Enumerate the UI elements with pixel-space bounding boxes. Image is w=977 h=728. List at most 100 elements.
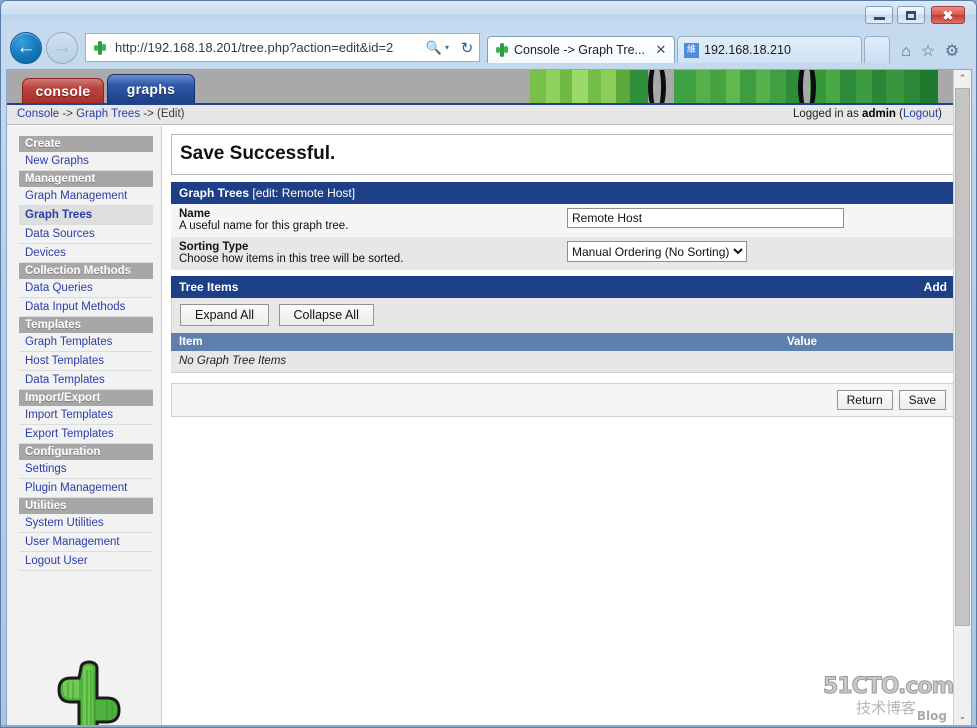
tab-close-icon[interactable]: ✕ bbox=[654, 42, 668, 58]
sidebar-item-graph-management[interactable]: Graph Management bbox=[19, 187, 153, 206]
sidebar-header-import-export: Import/Export bbox=[19, 390, 153, 406]
home-icon[interactable]: ⌂ bbox=[895, 41, 917, 63]
save-button[interactable]: Save bbox=[898, 390, 946, 410]
sidebar-item-data-input-methods[interactable]: Data Input Methods bbox=[19, 298, 153, 317]
sidebar-header-templates: Templates bbox=[19, 317, 153, 333]
graph-trees-panel-header: Graph Trees [edit: Remote Host] bbox=[171, 182, 955, 204]
logout-link[interactable]: Logout bbox=[903, 108, 938, 120]
form-action-bar: Return Save bbox=[171, 383, 955, 417]
sidebar-item-host-templates[interactable]: Host Templates bbox=[19, 352, 153, 371]
tree-items-empty-row: No Graph Tree Items bbox=[171, 351, 955, 373]
title-bar: ✖ bbox=[1, 1, 976, 28]
field-description-text: A useful name for this graph tree. bbox=[179, 220, 349, 232]
cacti-tab-label: console bbox=[35, 83, 91, 99]
scrollbar-thumb[interactable] bbox=[955, 88, 970, 626]
watermark: 51CTO.com 技术博客 Blog bbox=[823, 674, 955, 723]
maximize-button[interactable] bbox=[897, 6, 925, 24]
breadcrumb-graph-trees[interactable]: Graph Trees bbox=[76, 108, 140, 120]
cacti-favicon-icon bbox=[494, 42, 509, 58]
close-icon: ✖ bbox=[942, 7, 954, 23]
address-bar[interactable]: http://192.168.18.201/tree.php?action=ed… bbox=[85, 33, 480, 62]
watermark-blog-label: Blog bbox=[916, 709, 947, 723]
maximize-icon bbox=[906, 10, 916, 20]
tab-title: 192.168.18.210 bbox=[704, 43, 791, 57]
sidebar-item-data-queries[interactable]: Data Queries bbox=[19, 279, 153, 298]
refresh-icon[interactable]: ↻ bbox=[455, 39, 479, 57]
sidebar-header-configuration: Configuration bbox=[19, 444, 153, 460]
add-tree-item-link[interactable]: Add bbox=[924, 280, 947, 294]
tree-items-toolbar: Expand All Collapse All bbox=[171, 298, 955, 333]
cactus-logo-icon bbox=[57, 660, 121, 725]
breadcrumb-bar: Console -> Graph Trees -> (Edit) Logged … bbox=[7, 105, 954, 125]
minimize-button[interactable] bbox=[865, 6, 893, 24]
new-tab-button[interactable] bbox=[864, 36, 890, 63]
gear-icon[interactable]: ⚙ bbox=[941, 41, 963, 63]
field-label-sorting-type: Sorting Type Choose how items in this tr… bbox=[179, 241, 567, 265]
login-username: admin bbox=[862, 108, 896, 120]
cactus-arm-outline bbox=[798, 70, 816, 103]
sidebar-item-graph-templates[interactable]: Graph Templates bbox=[19, 333, 153, 352]
browser-toolbar: ← → http://192.168.18.201/tree.php?actio… bbox=[1, 28, 976, 68]
save-success-message: Save Successful. bbox=[171, 134, 955, 175]
favorites-star-icon[interactable]: ☆ bbox=[917, 41, 939, 63]
cacti-tab-graphs[interactable]: graphs bbox=[107, 74, 195, 103]
chevron-down-icon[interactable]: ▾ bbox=[445, 43, 455, 52]
forward-arrow-icon: → bbox=[52, 37, 72, 58]
panel-title-text: Graph Trees bbox=[179, 186, 250, 200]
sidebar-item-plugin-management[interactable]: Plugin Management bbox=[19, 479, 153, 498]
watermark-site: 51CTO.com bbox=[823, 674, 955, 699]
sidebar-header-collection-methods: Collection Methods bbox=[19, 263, 153, 279]
page-body: Create New Graphs Management Graph Manag… bbox=[7, 126, 955, 725]
sidebar-header-create: Create bbox=[19, 136, 153, 152]
sorting-type-select[interactable]: Manual Ordering (No Sorting) bbox=[567, 241, 747, 262]
expand-all-button[interactable]: Expand All bbox=[180, 304, 270, 326]
field-label-text: Sorting Type bbox=[179, 241, 249, 253]
breadcrumb-separator: -> bbox=[62, 108, 73, 120]
collapse-all-button[interactable]: Collapse All bbox=[278, 304, 374, 326]
sidebar-item-export-templates[interactable]: Export Templates bbox=[19, 425, 153, 444]
name-input[interactable] bbox=[567, 208, 844, 228]
cacti-tab-label: graphs bbox=[126, 81, 176, 97]
forward-button[interactable]: → bbox=[46, 32, 78, 64]
sidebar-item-import-templates[interactable]: Import Templates bbox=[19, 406, 153, 425]
login-prefix: Logged in as bbox=[792, 108, 859, 120]
search-icon[interactable]: 🔍 bbox=[423, 40, 445, 56]
sidebar-item-devices[interactable]: Devices bbox=[19, 244, 153, 263]
field-label-text: Name bbox=[179, 208, 211, 220]
graph-trees-panel: Graph Trees [edit: Remote Host] Name A u… bbox=[171, 182, 955, 270]
sidebar-item-data-templates[interactable]: Data Templates bbox=[19, 371, 153, 390]
sidebar-item-user-management[interactable]: User Management bbox=[19, 533, 153, 552]
window-bottom-edge bbox=[1, 725, 977, 727]
url-value: http://192.168.18.201/tree.php?action=ed… bbox=[115, 40, 394, 55]
return-button[interactable]: Return bbox=[836, 390, 893, 410]
panel-title-text: Tree Items bbox=[179, 280, 239, 294]
form-row-sorting-type: Sorting Type Choose how items in this tr… bbox=[171, 237, 955, 270]
back-button[interactable]: ← bbox=[10, 32, 42, 64]
sidebar-item-logout-user[interactable]: Logout User bbox=[19, 552, 153, 571]
sidebar-item-new-graphs[interactable]: New Graphs bbox=[19, 152, 153, 171]
field-control-name bbox=[567, 208, 947, 228]
vertical-scrollbar[interactable]: ⌃ ⌄ bbox=[953, 70, 971, 725]
cacti-tab-console[interactable]: console bbox=[22, 78, 104, 103]
browser-tab-192-168-18-210[interactable]: 維 192.168.18.210 bbox=[677, 36, 862, 63]
cacti-banner: console graphs bbox=[7, 70, 954, 103]
sidebar-header-utilities: Utilities bbox=[19, 498, 153, 514]
sidebar-item-data-sources[interactable]: Data Sources bbox=[19, 225, 153, 244]
page-viewport: console graphs Console -> Graph Trees ->… bbox=[6, 69, 972, 726]
scroll-down-arrow-icon[interactable]: ⌄ bbox=[954, 708, 971, 725]
sidebar-item-settings[interactable]: Settings bbox=[19, 460, 153, 479]
blue-square-icon: 維 bbox=[684, 42, 699, 58]
breadcrumb-console[interactable]: Console bbox=[17, 108, 59, 120]
minimize-icon bbox=[873, 16, 885, 20]
column-header-item: Item bbox=[179, 336, 203, 348]
sidebar-item-system-utilities[interactable]: System Utilities bbox=[19, 514, 153, 533]
scroll-up-arrow-icon[interactable]: ⌃ bbox=[954, 70, 971, 87]
sidebar-item-graph-trees[interactable]: Graph Trees bbox=[19, 206, 153, 225]
sidebar-menu: Create New Graphs Management Graph Manag… bbox=[19, 136, 153, 571]
browser-window: ✖ ← → http://192.168.18.201/tree.php?act… bbox=[0, 0, 977, 728]
close-button[interactable]: ✖ bbox=[931, 6, 965, 24]
column-header-value: Value bbox=[787, 336, 818, 348]
address-text: http://192.168.18.201/tree.php?action=ed… bbox=[115, 40, 423, 55]
browser-tab-console-graph-trees[interactable]: Console -> Graph Tre... ✕ bbox=[487, 36, 675, 63]
breadcrumb-separator: -> bbox=[143, 108, 154, 120]
